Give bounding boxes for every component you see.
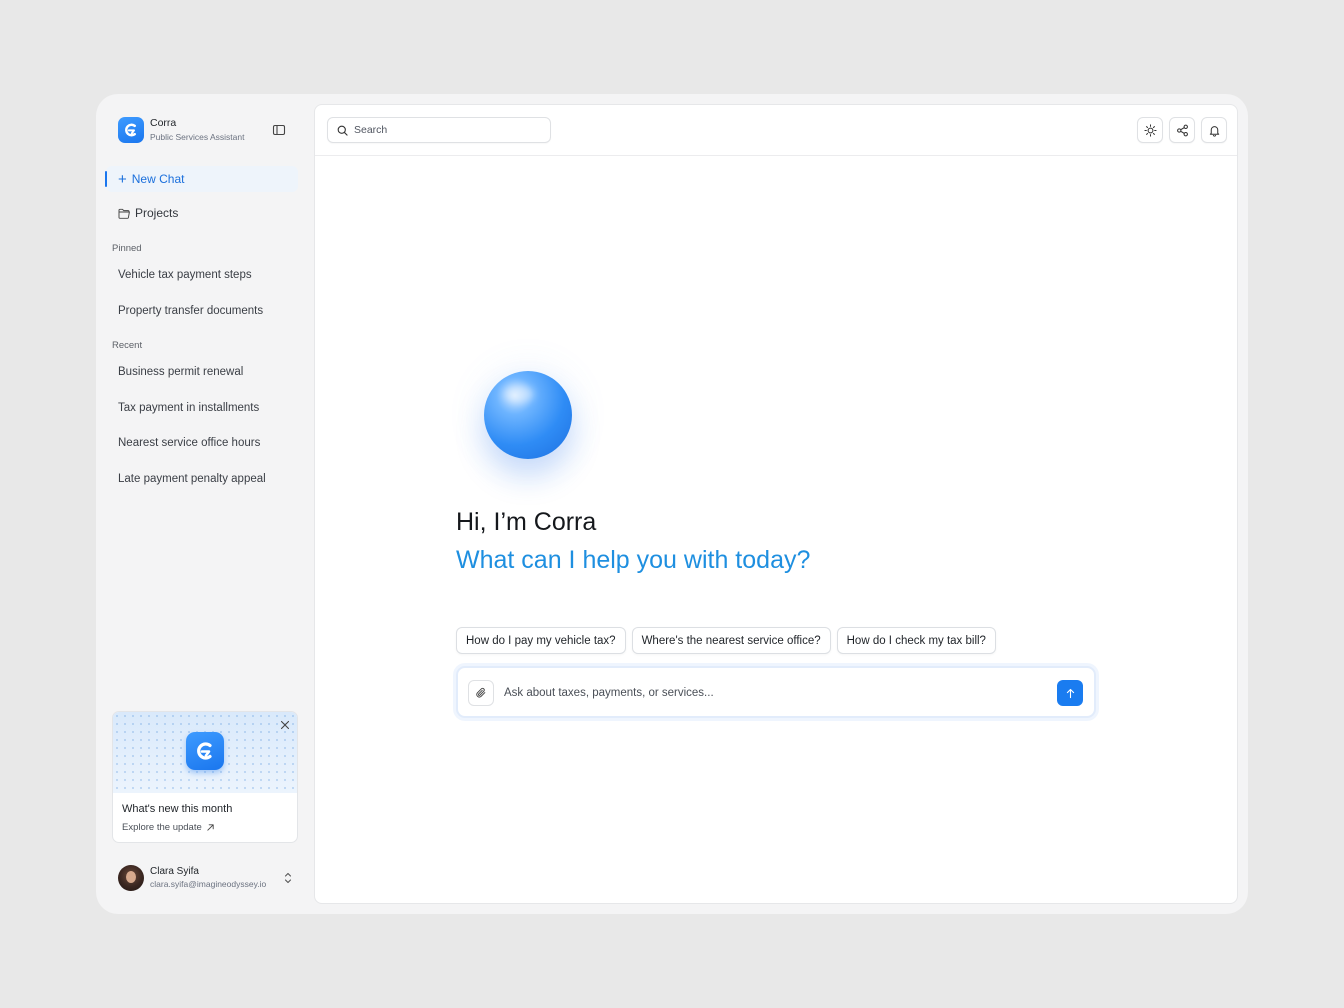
account-switcher-button[interactable] [282,871,294,885]
pinned-section-label: Pinned [112,243,142,254]
paperclip-icon [476,687,486,698]
brand-logo [118,117,144,143]
folder-icon [118,208,130,219]
sidebar-item-recent-chat[interactable]: Business permit renewal [118,366,243,378]
arrow-up-icon [1066,688,1074,698]
sidebar-item-pinned-chat[interactable]: Vehicle tax payment steps [118,269,252,281]
sidebar-item-recent-chat[interactable]: Late payment penalty appeal [118,473,266,485]
theme-toggle-button[interactable] [1137,117,1163,143]
sidebar-item-pinned-chat[interactable]: Property transfer documents [118,305,263,317]
sidebar-toggle-icon [272,124,286,136]
attach-button[interactable] [468,680,494,706]
share-button[interactable] [1169,117,1195,143]
chat-composer [456,666,1096,718]
chat-input[interactable] [504,682,1044,704]
top-bar [315,105,1237,156]
sidebar-toggle-button[interactable] [272,123,286,137]
promo-link-label: Explore the update [122,822,202,833]
chevron-up-down-icon [284,872,292,884]
arrow-up-right-icon [207,824,214,831]
promo-link[interactable]: Explore the update [122,822,215,833]
user-profile[interactable]: Clara Syifa clara.syifa@imagineodyssey.i… [118,865,298,891]
suggestion-chip[interactable]: How do I pay my vehicle tax? [456,627,626,654]
sidebar-item-projects[interactable]: Projects [118,206,178,220]
bell-icon [1209,125,1219,137]
user-email: clara.syifa@imagineodyssey.io [150,879,267,889]
app-window: Corra Public Services Assistant + New Ch… [96,94,1248,914]
promo-card[interactable]: What's new this month Explore the update [112,711,298,843]
promo-logo [186,732,224,770]
search-input[interactable] [354,124,534,136]
share-icon [1176,124,1188,136]
main-panel: Hi, I’m Corra What can I help you with t… [314,104,1238,904]
suggestion-chip[interactable]: How do I check my tax bill? [836,627,996,654]
notifications-button[interactable] [1201,117,1227,143]
suggestion-chips: How do I pay my vehicle tax? Where's the… [456,627,996,654]
sidebar-item-recent-chat[interactable]: Tax payment in installments [118,402,259,414]
brand-name: Corra [150,117,177,129]
projects-label: Projects [135,206,179,220]
brand[interactable]: Corra Public Services Assistant [118,117,244,143]
promo-close-button[interactable] [279,718,291,730]
send-button[interactable] [1057,680,1083,706]
greeting-subtitle: What can I help you with today? [456,546,811,574]
plus-icon: + [118,170,127,188]
avatar [118,865,144,891]
logo-icon [125,123,136,137]
suggestion-chip[interactable]: Where's the nearest service office? [631,627,831,654]
logo-icon [197,742,212,760]
recent-section-label: Recent [112,340,143,351]
new-chat-label: New Chat [131,172,185,186]
new-chat-button[interactable]: + New Chat [105,166,298,192]
sidebar-item-recent-chat[interactable]: Nearest service office hours [118,437,260,449]
search-icon [337,125,348,136]
user-name: Clara Syifa [150,866,199,877]
brand-subtitle: Public Services Assistant [150,132,245,142]
assistant-orb [484,371,572,459]
sun-icon [1143,123,1157,137]
close-icon [280,720,290,730]
sidebar: Corra Public Services Assistant + New Ch… [96,94,314,914]
search-box[interactable] [327,117,551,143]
greeting-title: Hi, I’m Corra [456,508,597,536]
promo-title: What's new this month [122,803,233,815]
